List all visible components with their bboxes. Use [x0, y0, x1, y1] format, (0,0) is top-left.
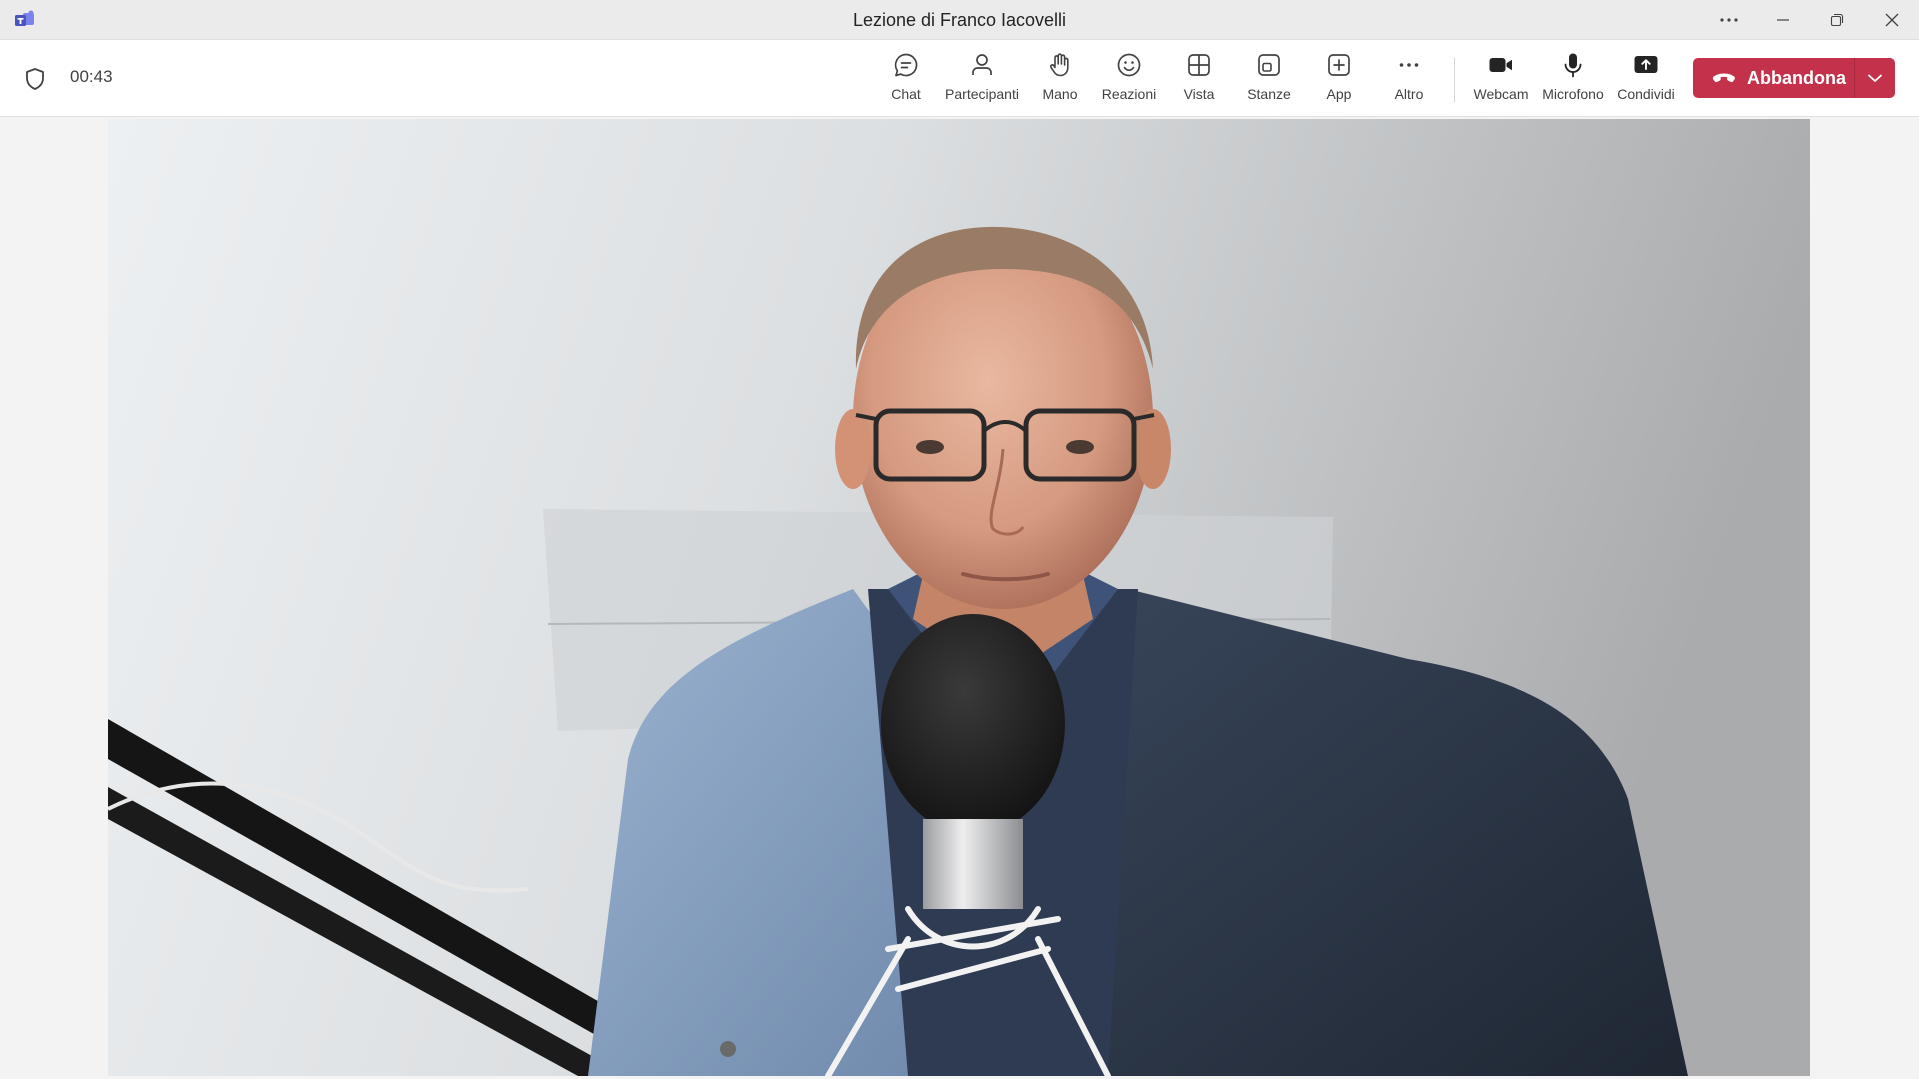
raise-hand-button[interactable]: Mano: [1021, 50, 1099, 112]
raise-hand-label: Mano: [1042, 86, 1078, 102]
view-button[interactable]: Vista: [1160, 50, 1238, 112]
toolbar-divider: [1454, 58, 1455, 102]
emoji-icon: [1114, 50, 1144, 80]
leave-button-group: Abbandona: [1693, 58, 1895, 98]
share-screen-icon: [1631, 50, 1661, 80]
restore-icon: [1830, 13, 1844, 26]
reactions-label: Reazioni: [1101, 86, 1157, 102]
camera-icon: [1486, 50, 1516, 80]
add-app-icon: [1324, 50, 1354, 80]
leave-label: Abbandona: [1747, 67, 1846, 88]
apps-label: App: [1326, 86, 1352, 102]
people-icon: [967, 50, 997, 80]
camera-label: Webcam: [1473, 86, 1529, 102]
participants-label: Partecipanti: [945, 86, 1019, 102]
microphone-icon: [1558, 50, 1588, 80]
minimize-button[interactable]: [1756, 0, 1810, 39]
more-horizontal-icon: [1720, 17, 1738, 22]
apps-button[interactable]: App: [1300, 50, 1378, 112]
raise-hand-icon: [1045, 50, 1075, 80]
window-more-button[interactable]: [1702, 0, 1756, 39]
view-grid-icon: [1184, 50, 1214, 80]
chat-button[interactable]: Chat: [867, 50, 945, 112]
meeting-toolbar: 00:43 Chat Partecipanti Mano Reazioni Vi…: [0, 40, 1919, 117]
chat-icon: [891, 50, 921, 80]
share-screen-button[interactable]: Condividi: [1607, 50, 1685, 112]
more-actions-label: Altro: [1394, 86, 1424, 102]
microphone-toggle[interactable]: Microfono: [1534, 50, 1612, 112]
breakout-rooms-label: Stanze: [1247, 86, 1291, 102]
breakout-rooms-icon: [1254, 50, 1284, 80]
hang-up-icon: [1712, 73, 1735, 83]
video-frame-image: [108, 119, 1810, 1076]
more-actions-button[interactable]: Altro: [1370, 50, 1448, 112]
meeting-timer: 00:43: [70, 67, 113, 86]
participant-video: [108, 119, 1810, 1076]
leave-button[interactable]: Abbandona: [1693, 58, 1855, 98]
close-icon: [1885, 13, 1899, 26]
title-bar: Lezione di Franco Iacovelli: [0, 0, 1919, 40]
reactions-button[interactable]: Reazioni: [1090, 50, 1168, 112]
chevron-down-icon: [1868, 74, 1882, 82]
close-button[interactable]: [1865, 0, 1919, 39]
participants-button[interactable]: Partecipanti: [943, 50, 1021, 112]
leave-options-dropdown[interactable]: [1855, 58, 1895, 98]
more-icon: [1394, 50, 1424, 80]
restore-button[interactable]: [1810, 0, 1864, 39]
share-screen-label: Condividi: [1617, 86, 1675, 102]
chat-label: Chat: [891, 86, 921, 102]
minimize-icon: [1777, 18, 1789, 21]
window-title: Lezione di Franco Iacovelli: [852, 10, 1067, 30]
shield-icon[interactable]: [22, 66, 48, 92]
microphone-label: Microfono: [1542, 86, 1604, 102]
breakout-rooms-button[interactable]: Stanze: [1230, 50, 1308, 112]
camera-toggle[interactable]: Webcam: [1462, 50, 1540, 112]
view-label: Vista: [1183, 86, 1215, 102]
